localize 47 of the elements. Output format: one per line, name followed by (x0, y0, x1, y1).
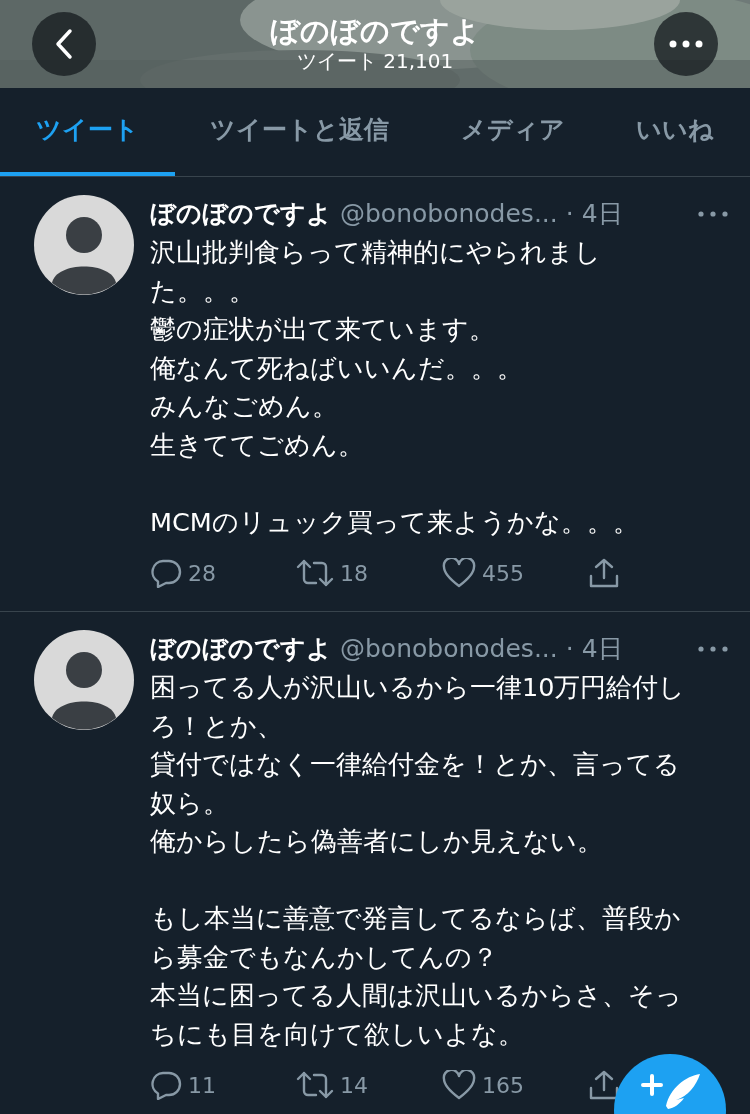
retweet-count: 14 (340, 1071, 368, 1100)
tab[interactable]: メディア (425, 88, 601, 176)
tweet-text-line: もし本当に善意で発言してるならば、普段か (150, 902, 682, 935)
tweet-text-line: 沢山批判食らって精神的にやられまし (150, 236, 602, 269)
tweet-text-line: 鬱の症状が出て来ています。 (150, 313, 496, 346)
back-icon (53, 28, 75, 60)
profile-name: ぼのぼのですよ (270, 15, 480, 49)
heart-icon[interactable] (442, 558, 476, 588)
tweet-text-line: ろ！とか、 (150, 709, 284, 743)
like-count: 455 (482, 559, 524, 588)
reply-count: 11 (188, 1071, 216, 1100)
tweet-text-line: 俺からしたら偽善者にしか見えない。 (150, 825, 604, 858)
compose-icon (641, 1074, 700, 1109)
retweet-count: 18 (340, 559, 368, 588)
like-count: 165 (482, 1071, 524, 1100)
tweet-text-line: 本当に困ってる人間は沢山いるからさ、そっ (150, 979, 683, 1012)
author-handle: @bonobonodes... (340, 198, 558, 230)
tweet-text-line: ちにも目を向けて欲しいよな。 (150, 1017, 525, 1051)
tweet-time: · 4日 (565, 633, 623, 665)
more-icon (669, 40, 703, 48)
reply-icon[interactable] (150, 558, 182, 588)
share-icon[interactable] (588, 557, 620, 589)
tweet-text-line: みんなごめん。 (150, 390, 339, 423)
tweet-text-line: 俺なんて死ねばいいんだ。。。 (150, 351, 524, 385)
more-icon[interactable] (698, 646, 728, 652)
share-icon[interactable] (588, 1069, 620, 1101)
tab[interactable]: ツイートと返信 (174, 88, 425, 176)
tweet-time: · 4日 (565, 198, 623, 230)
heart-icon[interactable] (442, 1070, 476, 1100)
tweet-text-line: 奴ら。 (150, 786, 230, 820)
tweet-count: ツイート 21,101 (295, 48, 455, 73)
retweet-icon[interactable] (296, 558, 334, 588)
more-icon[interactable] (698, 211, 728, 217)
tab[interactable]: ツイート (0, 88, 175, 176)
reply-count: 28 (188, 559, 216, 588)
retweet-icon[interactable] (296, 1070, 334, 1100)
reply-icon[interactable] (150, 1070, 182, 1100)
tweet-text-line: た。。。 (150, 274, 256, 308)
tab[interactable]: いいね (600, 88, 750, 176)
author-handle: @bonobonodes... (340, 633, 558, 665)
tweet-text-line: MCMのリュック買って来ようかな。。。 (150, 505, 640, 539)
tweet-text-line: 生きててごめん。 (150, 428, 365, 462)
tweet-text-line: 貸付ではなく一律給付金を！とか、言ってる (150, 748, 681, 781)
author-name: ぼのぼのですよ (150, 198, 332, 230)
author-name: ぼのぼのですよ (150, 633, 332, 665)
tweet-text-line: 困ってる人が沢山いるから一律10万円給付し (150, 671, 687, 704)
tweet-text-line: ら募金でもなんかしてんの？ (150, 940, 499, 974)
